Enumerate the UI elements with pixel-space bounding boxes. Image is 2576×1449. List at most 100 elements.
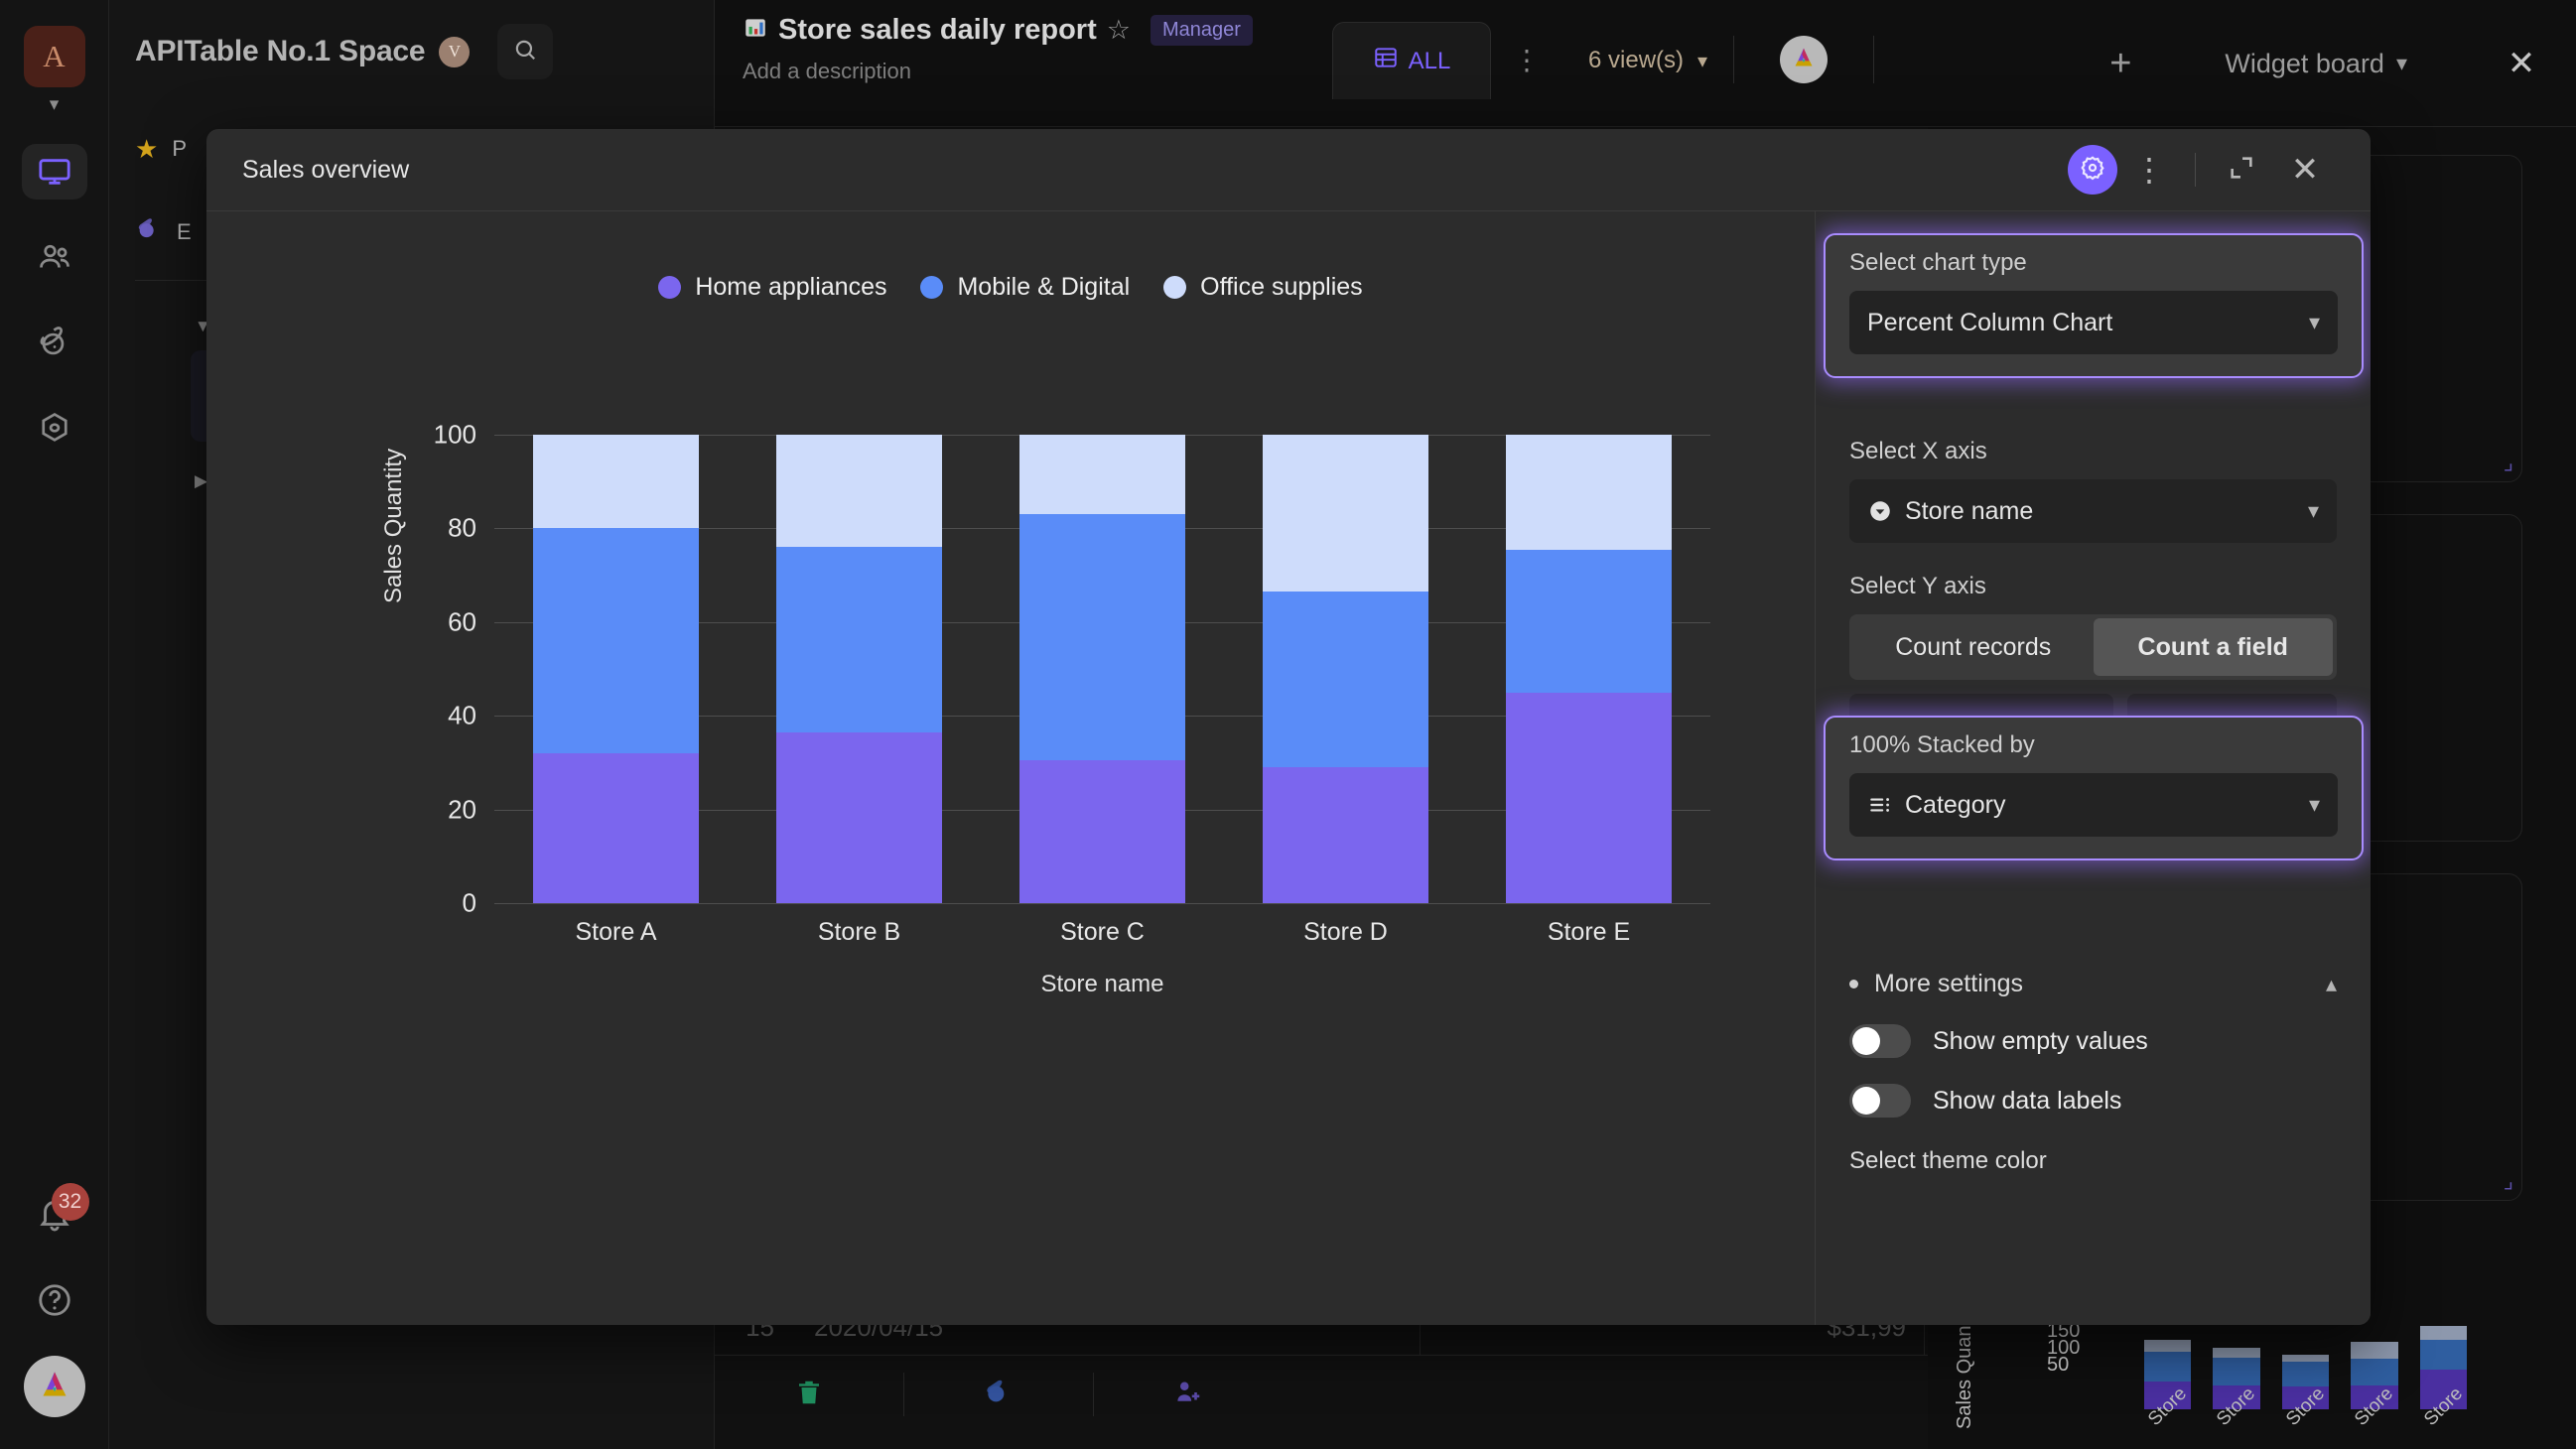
y-tick-label: 20 (448, 794, 476, 825)
show-data-labels-toggle[interactable] (1849, 1084, 1911, 1118)
chart-bar-segment[interactable] (533, 752, 699, 903)
sidebar-item-automation[interactable] (22, 400, 87, 456)
show-empty-values-toggle[interactable] (1849, 1024, 1911, 1058)
star-outline-icon[interactable]: ☆ (1107, 15, 1131, 46)
star-icon: ★ (135, 133, 159, 164)
collaborator-avatar[interactable] (1780, 36, 1829, 83)
chart-bar-segment[interactable] (1506, 549, 1672, 693)
notifications-button[interactable]: 32 (22, 1183, 89, 1243)
chart-bar-slot[interactable] (1467, 435, 1710, 903)
chart-bar-segment[interactable] (1506, 692, 1672, 903)
widget-board-label: Widget board (2225, 48, 2384, 78)
apitable-logo[interactable] (23, 1356, 85, 1417)
chart-bar[interactable] (776, 435, 942, 903)
chart-type-label: Select chart type (1849, 249, 2027, 276)
chart-bar-slot[interactable] (738, 435, 981, 903)
divider (2195, 153, 2196, 187)
chart-type-value: Percent Column Chart (1867, 308, 2113, 336)
more-options-button[interactable]: ⋮ (2117, 145, 2181, 195)
help-button[interactable] (22, 1272, 87, 1328)
views-count-label: 6 view(s) (1588, 47, 1685, 73)
add-user-icon (1173, 1378, 1203, 1412)
close-icon: ✕ (2290, 151, 2320, 189)
theme-color-label: Select theme color (1849, 1147, 2047, 1174)
modal-body: Home appliances Mobile & Digital Office … (206, 210, 2371, 1325)
views-dropdown[interactable]: 6 view(s) ▾ (1562, 22, 1733, 99)
planet-icon (983, 1377, 1015, 1413)
space-switcher-caret-icon[interactable]: ▾ (50, 95, 60, 114)
add-widget-button[interactable]: + (2076, 43, 2165, 85)
trash-icon (794, 1378, 824, 1412)
y-tick-label: 100 (433, 419, 476, 450)
show-data-labels-label: Show data labels (1933, 1086, 2122, 1115)
chart-bar-slot[interactable] (1224, 435, 1467, 903)
resize-handle-icon[interactable]: ⌟ (2504, 450, 2513, 475)
chart-bar[interactable] (1019, 435, 1185, 903)
chart-plot-area: 100 80 60 40 20 0 (434, 420, 1710, 918)
gear-icon (2079, 154, 2106, 187)
count-records-button[interactable]: Count records (1853, 618, 2094, 676)
expand-button[interactable] (2210, 145, 2273, 195)
show-data-labels-row[interactable]: Show data labels (1849, 1084, 2337, 1118)
apitable-logo-icon (1787, 41, 1821, 79)
mini-y-axis-title: Sales Quan (1954, 1325, 1975, 1429)
chart-type-select[interactable]: Percent Column Chart ▾ (1849, 291, 2338, 354)
close-widget-board-button[interactable]: ✕ (2467, 44, 2576, 83)
widget-settings-modal: Sales overview ⋮ ✕ Home appliances Mobil… (206, 129, 2371, 1325)
tab-all-label: ALL (1408, 47, 1451, 74)
chart-bar[interactable] (533, 435, 699, 903)
chart-bar-slot[interactable] (494, 435, 738, 903)
divider (1873, 36, 1875, 83)
multi-select-icon (1867, 792, 1893, 818)
tab-all[interactable]: ALL (1332, 22, 1491, 99)
chart-bar-segment[interactable] (1019, 435, 1185, 515)
show-empty-values-row[interactable]: Show empty values (1849, 1024, 2337, 1058)
resize-handle-icon[interactable]: ⌟ (2504, 1168, 2513, 1194)
chart-x-label: Store C (1060, 918, 1145, 946)
stacked-by-group: 100% Stacked by Category ▾ (1824, 716, 2364, 860)
x-axis-select[interactable]: Store name ▾ (1849, 479, 2337, 543)
search-icon (512, 37, 538, 67)
delete-button[interactable] (715, 1378, 903, 1412)
more-settings-header[interactable]: More settings ▴ (1849, 970, 2337, 998)
toggle-knob (1852, 1087, 1880, 1115)
x-axis-value: Store name (1905, 496, 2034, 525)
bar-chart-icon (743, 15, 768, 46)
chart-bar-segment[interactable] (1263, 592, 1428, 768)
chart-x-label: Store B (817, 918, 901, 946)
chart-bar-segment[interactable] (1263, 767, 1428, 903)
chart-bar-segment[interactable] (1019, 760, 1185, 903)
legend-item[interactable]: Office supplies (1163, 273, 1363, 302)
space-avatar[interactable]: A (23, 26, 85, 87)
sidebar-item-members[interactable] (22, 229, 87, 285)
chart-bar-segment[interactable] (1019, 514, 1185, 761)
help-circle-icon (36, 1281, 73, 1319)
tab-more-options-button[interactable]: ⋮ (1491, 22, 1562, 99)
count-a-field-button[interactable]: Count a field (2093, 618, 2333, 676)
add-user-button[interactable] (1094, 1378, 1283, 1412)
chart-bar-segment[interactable] (533, 435, 699, 529)
legend-item[interactable]: Home appliances (658, 273, 886, 302)
bullet-icon (1849, 980, 1858, 988)
chart-bar-segment[interactable] (1263, 435, 1428, 593)
close-button[interactable]: ✕ (2273, 145, 2337, 195)
chart-bar-slot[interactable] (981, 435, 1224, 903)
chart-bar[interactable] (1263, 435, 1428, 903)
space-name[interactable]: APITable No.1 Space (135, 35, 426, 68)
settings-gear-button[interactable] (2068, 145, 2117, 195)
chart-bar-segment[interactable] (1506, 435, 1672, 550)
chart-bar-segment[interactable] (776, 435, 942, 548)
y-tick-label: 80 (448, 512, 476, 543)
explore-button[interactable] (904, 1377, 1093, 1413)
stacked-by-select[interactable]: Category ▾ (1849, 773, 2338, 837)
chart-bar-segment[interactable] (776, 731, 942, 903)
description-placeholder[interactable]: Add a description (743, 59, 1332, 84)
legend-item[interactable]: Mobile & Digital (920, 273, 1130, 302)
chart-bar[interactable] (1506, 435, 1672, 903)
sidebar-item-workbench[interactable] (21, 144, 87, 199)
chart-bar-segment[interactable] (776, 547, 942, 732)
space-search-button[interactable] (497, 24, 554, 79)
widget-board-dropdown[interactable]: Widget board ▾ (2165, 49, 2467, 79)
sidebar-item-templates[interactable] (22, 315, 87, 370)
chart-bar-segment[interactable] (533, 528, 699, 753)
